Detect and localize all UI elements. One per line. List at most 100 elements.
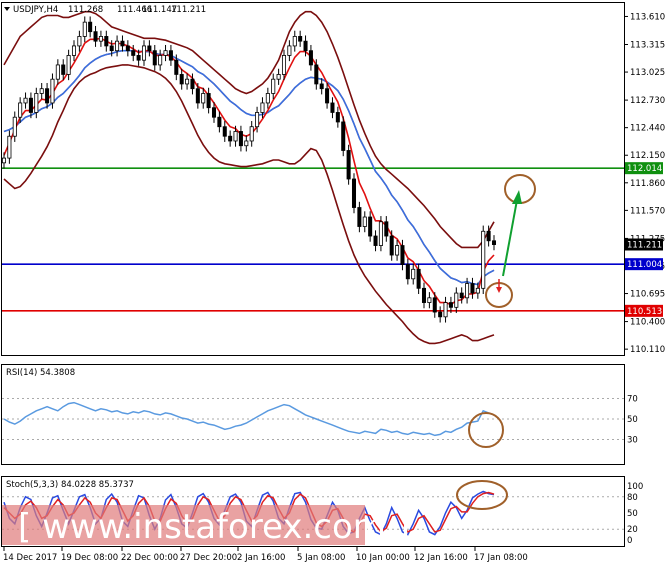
x-tick-label: 14 Dec 2017 xyxy=(3,553,57,563)
y-axis-ticks: 113.610 113.315 113.025 112.730 112.440 112.1… xyxy=(624,12,665,355)
x-tick-label: 5 Jan 08:00 xyxy=(297,553,345,563)
candle-body xyxy=(125,45,130,52)
candle-body xyxy=(136,55,141,61)
candle-body xyxy=(335,112,340,123)
rsi-level-label: 50 xyxy=(627,415,638,425)
y-tick-label: 111.860 xyxy=(630,179,665,189)
watermark-text: [ www.instaforex.com ] xyxy=(18,507,410,547)
candle-body xyxy=(400,245,405,265)
candle-body xyxy=(421,287,427,303)
candle-body xyxy=(201,93,206,104)
open-value: 111.268 xyxy=(68,5,103,15)
candle-body xyxy=(486,230,491,242)
candle-body xyxy=(163,50,168,56)
candle-body xyxy=(120,40,125,47)
candle-body xyxy=(405,264,410,280)
level-tag-label-resistance: 112.014 xyxy=(627,164,662,174)
candle-body xyxy=(104,36,109,47)
candle-body xyxy=(115,40,120,52)
candle-body xyxy=(395,245,400,256)
candle-body xyxy=(93,31,98,42)
y-tick-label: 110.400 xyxy=(630,318,665,328)
candle-body xyxy=(152,50,157,66)
candle-body xyxy=(448,302,453,308)
x-axis-labels: 14 Dec 2017 19 Dec 08:00 22 Dec 00:00 27 De… xyxy=(3,547,528,563)
candle-body xyxy=(255,112,260,128)
candle-body xyxy=(265,93,270,104)
candle-body xyxy=(185,78,190,85)
rsi-level-label: 30 xyxy=(627,436,638,446)
rsi-panel-frame xyxy=(1,364,625,465)
y-tick-label: 113.025 xyxy=(630,68,665,78)
candle-body xyxy=(228,135,233,142)
candle-body xyxy=(174,59,179,75)
candle-body xyxy=(276,74,281,80)
y-tick-label: 113.315 xyxy=(630,40,665,50)
y-tick-label: 112.440 xyxy=(630,124,665,134)
y-tick-label: 112.150 xyxy=(630,151,665,161)
level-tag-label-support: 110.513 xyxy=(627,307,662,317)
x-tick-label: 12 Jan 16:00 xyxy=(414,553,468,563)
close-value: 111.211 xyxy=(171,5,206,15)
rsi-label: RSI(14) 54.3808 xyxy=(6,368,75,378)
current-price-label: 111.211 xyxy=(627,240,662,250)
candle-body xyxy=(314,64,319,85)
candle-body xyxy=(281,55,287,75)
y-tick-label: 113.610 xyxy=(630,12,665,22)
candle-body xyxy=(244,140,249,147)
candle-body xyxy=(217,116,222,128)
candle-body xyxy=(373,235,378,246)
candle-body xyxy=(233,131,238,142)
up-arrow-head xyxy=(512,190,522,204)
candle-body xyxy=(98,36,103,42)
y-tick-label: 111.570 xyxy=(630,206,665,216)
candle-body xyxy=(77,36,82,47)
rsi-indicator: 70 50 30 xyxy=(2,395,638,446)
rsi-circle xyxy=(468,412,504,448)
stoch-level-label: 0 xyxy=(627,536,632,546)
candle-body xyxy=(491,240,497,245)
candle-body xyxy=(28,97,33,113)
stoch-level-label: 100 xyxy=(627,482,643,492)
candle-body xyxy=(211,107,217,118)
candle-body xyxy=(249,126,254,142)
candle-body xyxy=(61,64,66,75)
candle-body xyxy=(454,292,459,308)
candle-body xyxy=(470,283,475,294)
candle-body xyxy=(39,88,44,94)
candle-body xyxy=(443,302,448,318)
candle-body xyxy=(438,311,443,318)
candle-body xyxy=(411,268,416,280)
candle-body xyxy=(109,45,114,52)
candle-body xyxy=(303,40,308,52)
bollinger-upper-line xyxy=(3,10,495,249)
candle-body xyxy=(362,216,367,227)
candle-body xyxy=(368,216,373,237)
candle-body xyxy=(292,36,297,47)
y-tick-label: 110.110 xyxy=(630,345,665,355)
rsi-level-label: 70 xyxy=(627,395,638,405)
bollinger-lower-line xyxy=(3,64,495,345)
level-tag-label-pivot: 111.004 xyxy=(627,260,662,270)
candle-body xyxy=(308,50,313,66)
candle-body xyxy=(158,55,163,66)
x-tick-label: 27 Dec 20:00 xyxy=(180,553,237,563)
candle-body xyxy=(66,55,71,75)
candle-body xyxy=(325,88,330,104)
x-tick-label: 2 Jan 16:00 xyxy=(237,553,285,563)
symbol-label: USDJPY,H4 xyxy=(13,5,58,15)
chart-window: 113.610 113.315 113.025 112.730 112.440 112.1… xyxy=(0,0,665,568)
candle-body xyxy=(190,78,195,90)
candle-body xyxy=(179,74,184,85)
x-tick-label: 10 Jan 00:00 xyxy=(356,553,410,563)
candle-body xyxy=(389,235,394,256)
candle-body xyxy=(7,135,12,159)
horizontal-levels: 112.014 111.004 110.513 111.211 xyxy=(2,162,663,317)
candle-body xyxy=(45,88,50,104)
stoch-level-label: 50 xyxy=(627,509,638,519)
candle-body xyxy=(1,157,7,164)
chart-svg[interactable]: 113.610 113.315 113.025 112.730 112.440 112.1… xyxy=(0,0,665,568)
stoch-level-label: 80 xyxy=(627,493,638,503)
candle-body xyxy=(88,21,93,33)
x-tick-label: 17 Jan 08:00 xyxy=(474,553,528,563)
